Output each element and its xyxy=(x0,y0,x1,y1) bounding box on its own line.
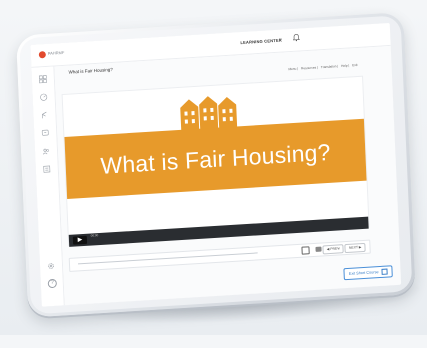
video-player[interactable]: What is Fair Housing? ▶ 00:00 xyxy=(62,76,370,246)
tablet-scene: PAHRMF LEARNING CENTER ⌄ xyxy=(0,0,427,348)
list-icon[interactable] xyxy=(43,165,51,173)
bell-icon[interactable] xyxy=(292,33,300,43)
grid-icon[interactable] xyxy=(39,75,47,83)
link-translation[interactable]: Translation xyxy=(321,64,337,69)
app-screen: PAHRMF LEARNING CENTER ⌄ xyxy=(30,23,401,307)
app-logo-text: PAHRMF xyxy=(48,50,65,56)
path-icon[interactable] xyxy=(40,111,48,119)
link-resources[interactable]: Resources xyxy=(301,66,316,71)
gear-icon[interactable] xyxy=(47,262,55,272)
course-links: Menu | Resources | Translation | Help | … xyxy=(286,63,357,71)
seek-bar[interactable] xyxy=(78,252,258,264)
video-title-banner: What is Fair Housing? xyxy=(64,119,366,199)
link-exit[interactable]: Exit xyxy=(352,63,357,67)
exit-short-course-button[interactable]: Exit Short Course xyxy=(344,265,393,280)
exit-button-label: Exit Short Course xyxy=(349,270,379,276)
chevron-down-icon[interactable]: ⌄ xyxy=(278,36,282,42)
link-help[interactable]: Help xyxy=(341,64,348,68)
course-title: What is Fair Housing? xyxy=(69,67,113,75)
learning-center-menu[interactable]: LEARNING CENTER xyxy=(240,38,282,46)
main-content: What is Fair Housing? Menu | Resources |… xyxy=(54,46,401,305)
prev-button[interactable]: ◀ PREV xyxy=(323,244,344,254)
people-icon[interactable] xyxy=(42,147,50,155)
tablet-device: PAHRMF LEARNING CENTER ⌄ xyxy=(16,12,416,317)
captions-icon[interactable] xyxy=(301,246,309,254)
video-time: 00:00 xyxy=(91,233,99,237)
help-icon[interactable]: ? xyxy=(48,279,57,289)
exit-icon xyxy=(381,269,387,275)
link-menu[interactable]: Menu xyxy=(288,67,296,71)
course-controls: ◂ ◀ PREV NEXT ▶ xyxy=(69,240,371,272)
play-button[interactable]: ▶ xyxy=(73,236,87,245)
app-logo-icon xyxy=(39,51,46,58)
chat-icon[interactable] xyxy=(41,129,49,137)
transcript-icon[interactable] xyxy=(315,247,321,252)
next-button[interactable]: NEXT ▶ xyxy=(345,243,366,253)
gauge-icon[interactable] xyxy=(40,93,48,101)
video-banner-title: What is Fair Housing? xyxy=(100,138,331,179)
